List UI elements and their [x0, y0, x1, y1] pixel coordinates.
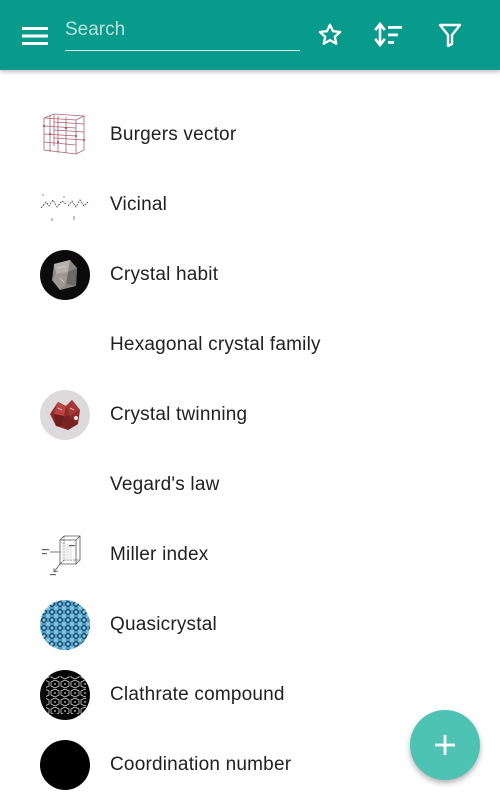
- add-fab-button[interactable]: [410, 710, 480, 780]
- list-item-label: Crystal habit: [110, 264, 219, 285]
- list-item-label: Quasicrystal: [110, 614, 217, 635]
- list-item-label: Vegard's law: [110, 474, 220, 495]
- menu-button[interactable]: [18, 19, 52, 53]
- list-item-label: Coordination number: [110, 754, 292, 775]
- step-diagram-thumbnail: [40, 180, 90, 230]
- article-list: Burgers vector Vicinal Crystal habit Hex…: [0, 100, 500, 800]
- list-item-label: Miller index: [110, 544, 209, 565]
- twinned-crystal-photo-thumbnail: [40, 390, 90, 440]
- crystal-photo-thumbnail: [40, 250, 90, 300]
- list-item[interactable]: Hexagonal crystal family: [0, 310, 500, 380]
- app-bar: [0, 0, 500, 70]
- sort-icon: [374, 21, 402, 48]
- black-circle-thumbnail: [40, 740, 90, 790]
- filter-icon: [438, 23, 462, 48]
- list-item[interactable]: Vicinal: [0, 170, 500, 240]
- star-icon: [318, 23, 342, 45]
- list-item[interactable]: Crystal twinning: [0, 380, 500, 450]
- plus-icon: [435, 735, 455, 755]
- list-item-label: Vicinal: [110, 194, 168, 215]
- search-input[interactable]: [65, 14, 300, 46]
- list-item-label: Clathrate compound: [110, 684, 285, 705]
- cage-structure-thumbnail: [40, 670, 90, 720]
- list-item-label: Hexagonal crystal family: [110, 334, 321, 355]
- filter-button[interactable]: [432, 17, 468, 53]
- blue-pattern-thumbnail: [40, 600, 90, 650]
- cube-diagram-thumbnail: [40, 530, 90, 580]
- list-item[interactable]: Quasicrystal: [0, 590, 500, 660]
- favorites-button[interactable]: [312, 17, 348, 53]
- list-item[interactable]: Burgers vector: [0, 100, 500, 170]
- list-item[interactable]: Vegard's law: [0, 450, 500, 520]
- list-item[interactable]: Miller index: [0, 520, 500, 590]
- sort-button[interactable]: [371, 17, 407, 53]
- lattice-diagram-thumbnail: [40, 110, 90, 160]
- list-item-label: Crystal twinning: [110, 404, 248, 425]
- search-field[interactable]: [65, 14, 300, 51]
- list-item[interactable]: Crystal habit: [0, 240, 500, 310]
- list-item-label: Burgers vector: [110, 124, 237, 145]
- menu-icon: [22, 27, 48, 45]
